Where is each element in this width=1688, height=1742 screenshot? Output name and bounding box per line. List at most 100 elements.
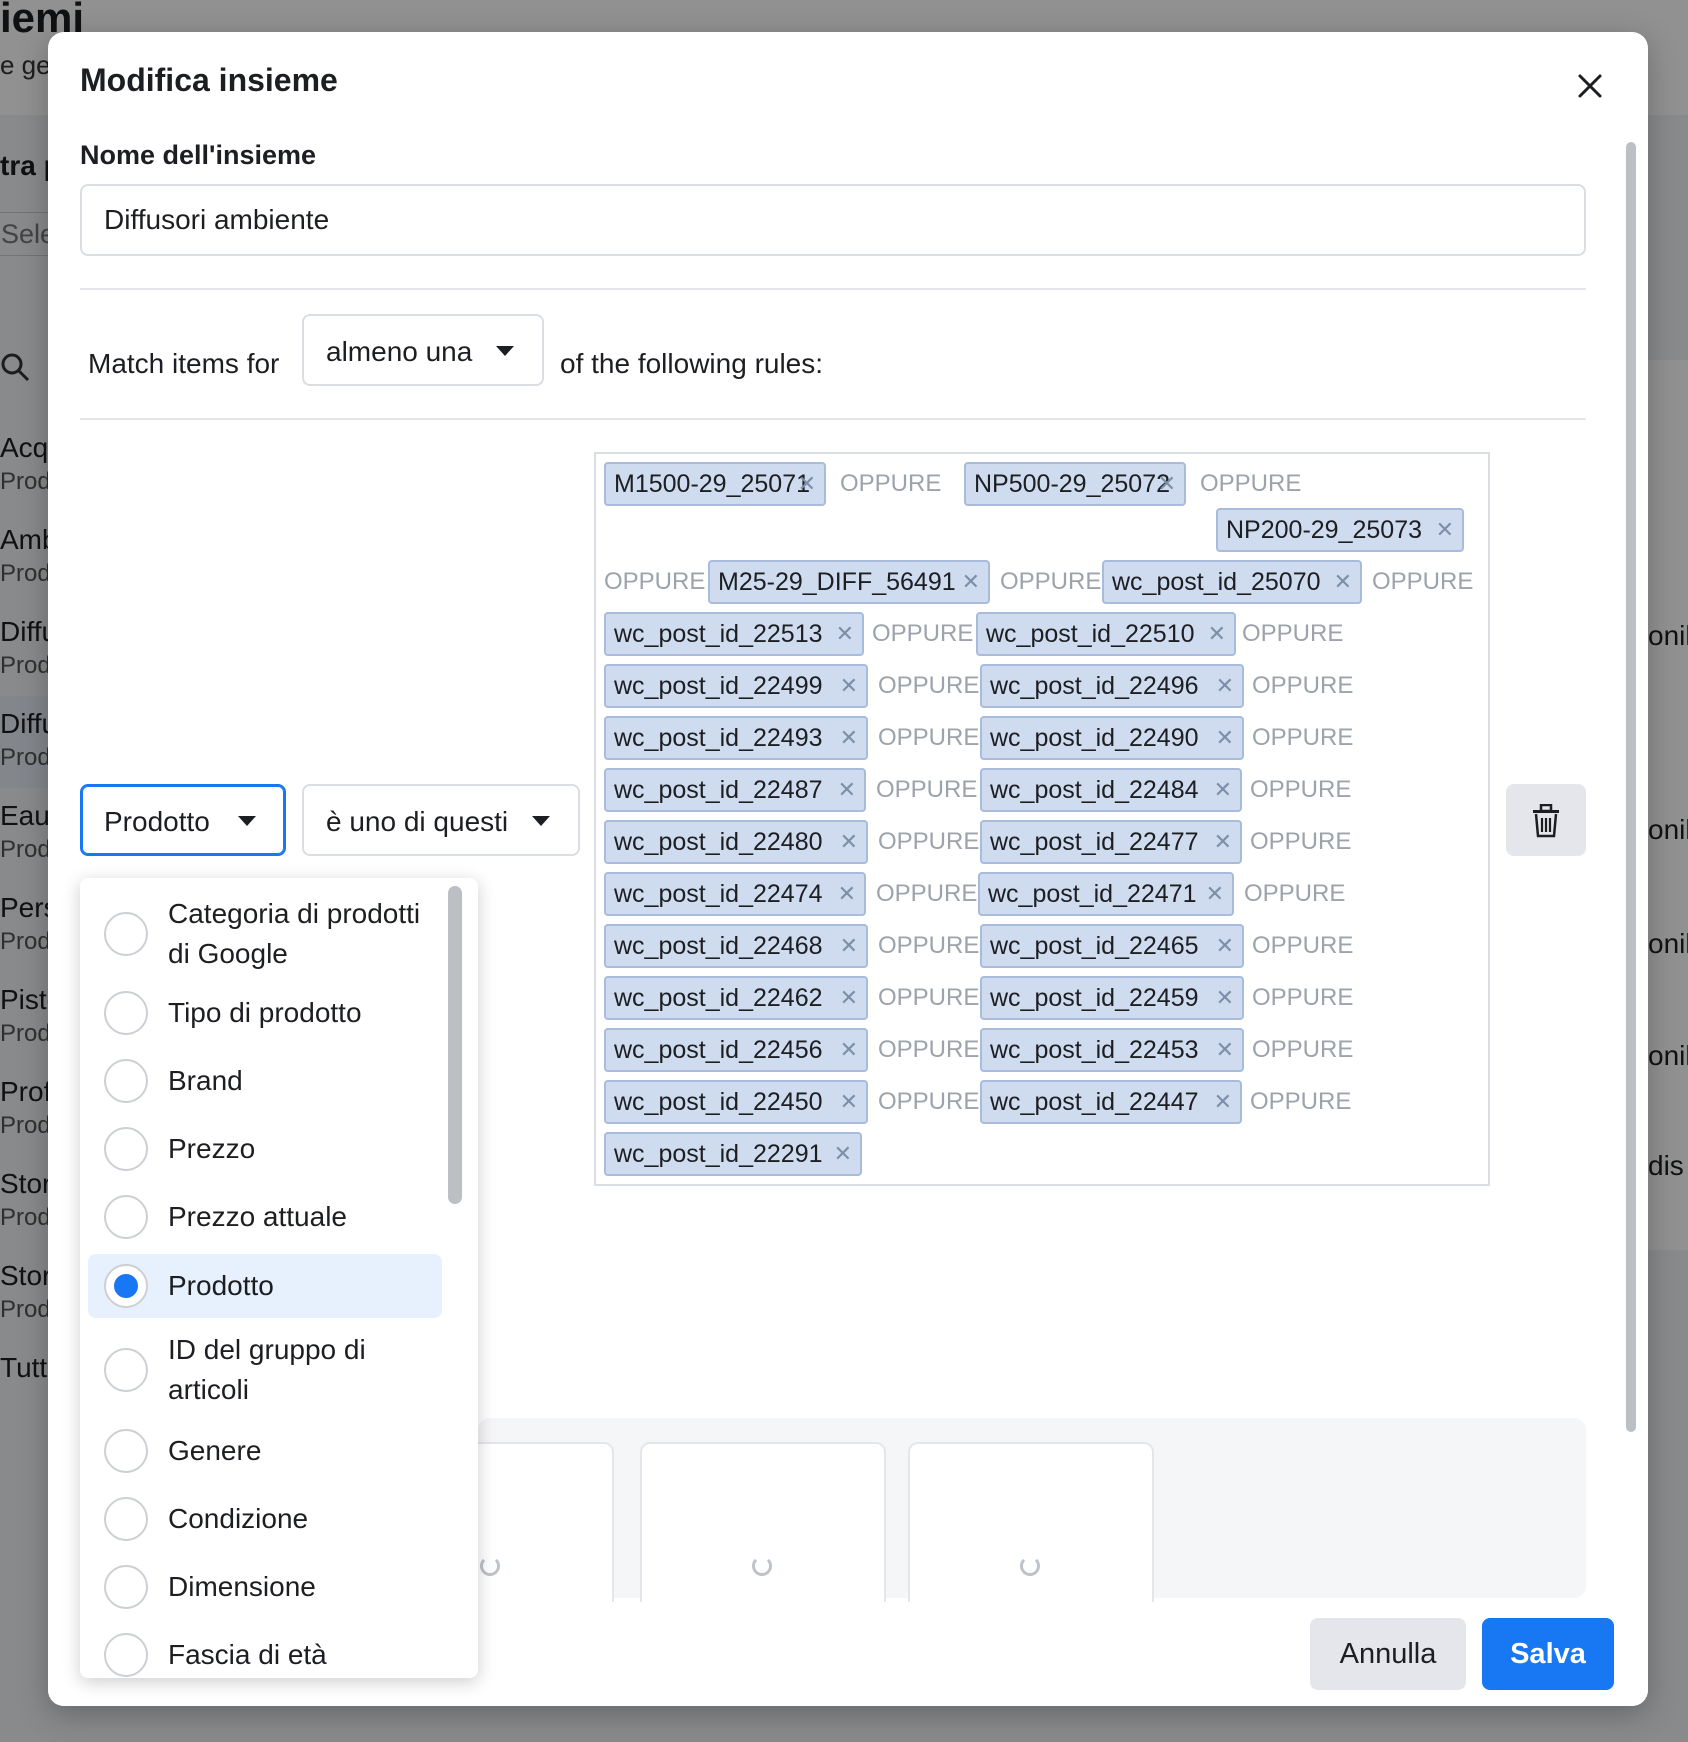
token-remove-icon[interactable]: ✕ <box>840 926 858 966</box>
menu-scrollbar[interactable] <box>448 886 462 1204</box>
token-remove-icon[interactable]: ✕ <box>1206 874 1224 914</box>
or-separator: OPPURE <box>1000 568 1102 595</box>
token-remove-icon[interactable]: ✕ <box>840 718 858 758</box>
token-remove-icon[interactable]: ✕ <box>1216 926 1234 966</box>
product-preview-card <box>908 1442 1154 1616</box>
match-mode-select[interactable]: almeno una <box>302 314 544 386</box>
value-token: wc_post_id_22456 ✕ <box>604 1028 868 1072</box>
menu-option[interactable]: Genere <box>88 1420 442 1482</box>
menu-option[interactable]: Tipo di prodotto <box>88 982 442 1044</box>
token-remove-icon[interactable]: ✕ <box>1334 562 1352 602</box>
rule-operator-select[interactable]: è uno di questi <box>302 784 580 856</box>
edit-set-dialog: Modifica insieme Nome dell'insieme Match… <box>48 32 1648 1706</box>
token-remove-icon[interactable]: ✕ <box>1214 770 1232 810</box>
value-token: wc_post_id_22474 ✕ <box>604 872 866 916</box>
radio-icon <box>104 912 148 956</box>
value-token: wc_post_id_22465 ✕ <box>980 924 1244 968</box>
radio-icon <box>104 1565 148 1609</box>
set-name-input[interactable] <box>80 184 1586 256</box>
token-remove-icon[interactable]: ✕ <box>1216 666 1234 706</box>
menu-option[interactable]: Fascia di età <box>88 1624 442 1678</box>
menu-option[interactable]: Dimensione <box>88 1556 442 1618</box>
token-remove-icon[interactable]: ✕ <box>1214 822 1232 862</box>
value-token: wc_post_id_22450 ✕ <box>604 1080 868 1124</box>
token-remove-icon[interactable]: ✕ <box>1216 978 1234 1018</box>
token-remove-icon[interactable]: ✕ <box>798 464 816 504</box>
value-token: wc_post_id_22480 ✕ <box>604 820 868 864</box>
spinner-icon <box>1020 1556 1040 1576</box>
radio-icon <box>104 1195 148 1239</box>
divider <box>80 288 1586 290</box>
value-token: wc_post_id_25070 ✕ <box>1102 560 1362 604</box>
token-remove-icon[interactable]: ✕ <box>838 770 856 810</box>
match-mode-value: almeno una <box>326 336 473 367</box>
or-separator: OPPURE <box>1252 1036 1354 1063</box>
delete-rule-button[interactable] <box>1506 784 1586 856</box>
value-token: wc_post_id_22462 ✕ <box>604 976 868 1020</box>
token-remove-icon[interactable]: ✕ <box>840 1030 858 1070</box>
or-separator: OPPURE <box>1250 1088 1352 1115</box>
dialog-scrollbar[interactable] <box>1626 142 1636 1432</box>
rule-operator-value: è uno di questi <box>326 806 509 837</box>
product-preview-card <box>640 1442 886 1616</box>
caret-down-icon <box>532 816 550 826</box>
spinner-icon <box>752 1556 772 1576</box>
rule-field-select[interactable]: Prodotto <box>80 784 286 856</box>
menu-option[interactable]: Categoria di prodotti di Google <box>88 886 442 982</box>
token-remove-icon[interactable]: ✕ <box>836 614 854 654</box>
token-remove-icon[interactable]: ✕ <box>1216 718 1234 758</box>
token-remove-icon[interactable]: ✕ <box>1208 614 1226 654</box>
token-remove-icon[interactable]: ✕ <box>1214 1082 1232 1122</box>
rule-field-dropdown-menu: Categoria di prodotti di Google Tipo di … <box>80 878 478 1678</box>
token-remove-icon[interactable]: ✕ <box>1216 1030 1234 1070</box>
token-remove-icon[interactable]: ✕ <box>840 666 858 706</box>
token-remove-icon[interactable]: ✕ <box>962 562 980 602</box>
radio-checked-icon <box>104 1264 148 1308</box>
trash-icon <box>1533 804 1559 838</box>
or-separator: OPPURE <box>840 470 942 497</box>
set-name-label: Nome dell'insieme <box>80 140 316 170</box>
radio-icon <box>104 1127 148 1171</box>
token-remove-icon[interactable]: ✕ <box>834 1134 852 1174</box>
token-remove-icon[interactable]: ✕ <box>838 874 856 914</box>
or-separator: OPPURE <box>876 880 978 907</box>
radio-icon <box>104 991 148 1035</box>
or-separator: OPPURE <box>878 672 980 699</box>
or-separator: OPPURE <box>1252 724 1354 751</box>
match-prefix-text: Match items for <box>88 348 280 379</box>
save-button[interactable]: Salva <box>1482 1618 1614 1690</box>
value-token: M25-29_DIFF_56491 ✕ <box>708 560 990 604</box>
token-remove-icon[interactable]: ✕ <box>840 1082 858 1122</box>
caret-down-icon <box>496 346 514 356</box>
value-token: wc_post_id_22447 ✕ <box>980 1080 1242 1124</box>
menu-option[interactable]: ID del gruppo di articoli <box>88 1322 442 1418</box>
cancel-button[interactable]: Annulla <box>1310 1618 1466 1690</box>
token-remove-icon[interactable]: ✕ <box>840 822 858 862</box>
value-token: wc_post_id_22499 ✕ <box>604 664 868 708</box>
value-token: wc_post_id_22493 ✕ <box>604 716 868 760</box>
menu-option[interactable]: Prezzo attuale <box>88 1186 442 1248</box>
menu-option[interactable]: Condizione <box>88 1488 442 1550</box>
radio-icon <box>104 1633 148 1677</box>
radio-icon <box>104 1497 148 1541</box>
value-token: wc_post_id_22496 ✕ <box>980 664 1244 708</box>
menu-option[interactable]: Prezzo <box>88 1118 442 1180</box>
or-separator: OPPURE <box>604 568 706 595</box>
match-suffix-text: of the following rules: <box>560 348 824 379</box>
token-remove-icon[interactable]: ✕ <box>840 978 858 1018</box>
value-token: wc_post_id_22477 ✕ <box>980 820 1242 864</box>
value-token: wc_post_id_22453 ✕ <box>980 1028 1244 1072</box>
or-separator: OPPURE <box>1252 984 1354 1011</box>
menu-option-selected[interactable]: Prodotto <box>88 1254 442 1318</box>
or-separator: OPPURE <box>876 776 978 803</box>
or-separator: OPPURE <box>872 620 974 647</box>
token-remove-icon[interactable]: ✕ <box>1158 464 1176 504</box>
spinner-icon <box>480 1556 500 1576</box>
close-icon[interactable] <box>1568 64 1612 108</box>
radio-icon <box>104 1348 148 1392</box>
value-token: wc_post_id_22510 ✕ <box>976 612 1236 656</box>
menu-option[interactable]: Brand <box>88 1050 442 1112</box>
token-remove-icon[interactable]: ✕ <box>1436 510 1454 550</box>
value-token: NP500-29_25072 ✕ <box>964 462 1186 506</box>
rule-values-input[interactable]: M1500-29_25071 ✕ OPPURE NP500-29_25072 ✕ O… <box>594 452 1490 1186</box>
